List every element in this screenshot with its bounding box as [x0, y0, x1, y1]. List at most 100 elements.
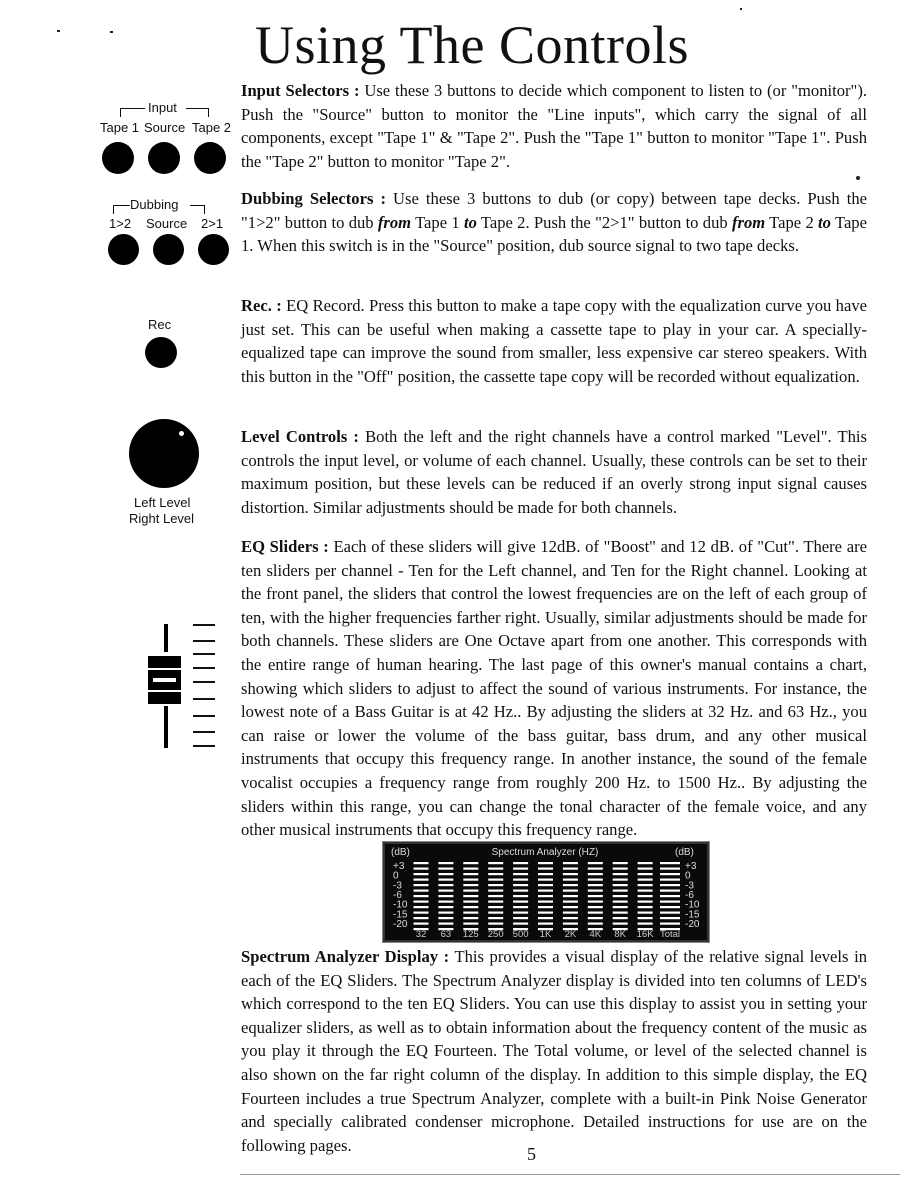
input-source-button[interactable]	[148, 142, 180, 174]
analyzer-band-label: Total	[660, 929, 680, 940]
rec-body: EQ Record. Press this button to make a t…	[241, 296, 867, 386]
analyzer-led-segment	[413, 895, 429, 898]
analyzer-led-segment	[413, 900, 429, 903]
slider-thumb[interactable]	[148, 656, 181, 705]
section-dubbing-selectors: Dubbing Selectors : Use these 3 buttons …	[241, 187, 867, 258]
analyzer-led-segment	[538, 917, 553, 920]
analyzer-led-segment	[513, 917, 529, 920]
analyzer-led-segment	[637, 917, 653, 920]
analyzer-led-segment	[660, 867, 680, 870]
page-number: 5	[527, 1144, 536, 1164]
scan-speck	[110, 31, 113, 33]
dubbing-source-label: Source	[146, 216, 188, 231]
dubbing-source-button[interactable]	[153, 234, 184, 265]
analyzer-band-label: 63	[441, 929, 452, 940]
slider-scale-tick	[193, 667, 215, 669]
analyzer-led-segment	[660, 922, 680, 925]
analyzer-led-segment	[513, 884, 529, 887]
analyzer-led-segment	[488, 895, 504, 898]
analyzer-led-segment	[660, 873, 680, 876]
analyzer-led-segment	[463, 862, 479, 865]
analyzer-led-segment	[587, 900, 603, 903]
analyzer-led-segment	[513, 889, 529, 892]
analyzer-led-segment	[463, 900, 479, 903]
analyzer-led-segment	[637, 911, 653, 914]
rec-button[interactable]	[145, 337, 177, 368]
dubbing-selectors-heading: Dubbing Selectors :	[241, 189, 387, 208]
dubbing-group-label: Dubbing	[130, 197, 179, 212]
analyzer-led-segment	[513, 911, 529, 914]
section-input-selectors: Input Selectors : Use these 3 buttons to…	[241, 79, 867, 173]
input-tape2-button[interactable]	[194, 142, 226, 174]
dubbing-em-from: from	[731, 212, 766, 232]
slider-thumb-line	[153, 678, 176, 682]
analyzer-led-segment	[438, 906, 454, 909]
analyzer-led-segment	[562, 862, 578, 865]
analyzer-led-segment	[587, 873, 603, 876]
analyzer-band-label: 4K	[589, 929, 601, 940]
input-selector-group: Input Tape 1 Source Tape 2	[98, 100, 238, 180]
dubbing-bracket-left	[113, 205, 130, 214]
input-tape1-label: Tape 1	[100, 120, 140, 135]
input-bracket-left	[120, 108, 145, 117]
analyzer-led-segment	[660, 889, 680, 892]
analyzer-led-segment	[587, 878, 603, 881]
analyzer-led-segment	[463, 884, 479, 887]
analyzer-led-segment	[413, 922, 429, 925]
analyzer-led-segment	[637, 900, 653, 903]
analyzer-led-segment	[488, 862, 504, 865]
rec-label: Rec	[148, 317, 172, 332]
input-selectors-heading: Input Selectors :	[241, 81, 360, 100]
analyzer-led-segment	[660, 895, 680, 898]
level-knob[interactable]	[129, 419, 199, 488]
section-eq-sliders: EQ Sliders : Each of these sliders will …	[241, 535, 867, 842]
analyzer-unit-right: (dB)	[675, 847, 694, 858]
analyzer-led-segment	[612, 895, 628, 898]
slider-scale-tick	[193, 745, 215, 747]
slider-scale-tick	[193, 731, 215, 733]
rec-heading: Rec. :	[241, 296, 282, 315]
analyzer-led-segment	[488, 884, 504, 887]
input-tape1-button[interactable]	[102, 142, 134, 174]
analyzer-led-segment	[463, 878, 479, 881]
analyzer-led-segment	[612, 873, 628, 876]
eq-sliders-heading: EQ Sliders :	[241, 537, 329, 556]
analyzer-led-segment	[438, 922, 454, 925]
dubbing-body-part: Tape 2	[765, 212, 819, 232]
section-spectrum-analyzer: Spectrum Analyzer Display : This provide…	[241, 945, 867, 1157]
analyzer-led-segment	[488, 911, 504, 914]
section-level-controls: Level Controls : Both the left and the r…	[241, 425, 867, 519]
analyzer-led-segment	[562, 917, 578, 920]
input-bracket-right	[186, 108, 209, 117]
analyzer-led-segment	[538, 878, 553, 881]
dubbing-2to1-label: 2>1	[201, 216, 224, 231]
dubbing-body-part: Tape 1	[411, 212, 464, 232]
analyzer-led-segment	[513, 895, 529, 898]
dubbing-2to1-button[interactable]	[198, 234, 229, 265]
knob-indicator-dot	[179, 431, 184, 436]
analyzer-led-segment	[463, 895, 479, 898]
slider-scale-tick	[193, 698, 215, 700]
analyzer-led-segment	[562, 867, 578, 870]
analyzer-led-segment	[587, 922, 603, 925]
analyzer-led-segment	[438, 873, 454, 876]
analyzer-led-segment	[587, 911, 603, 914]
level-controls-heading: Level Controls :	[241, 427, 359, 446]
scan-speck	[856, 176, 860, 180]
analyzer-led-segment	[463, 867, 479, 870]
scan-speck	[740, 8, 742, 10]
analyzer-band-label: 500	[513, 929, 529, 940]
input-group-label: Input	[148, 100, 177, 115]
analyzer-led-segment	[463, 911, 479, 914]
analyzer-led-segment	[587, 867, 603, 870]
eq-sliders-body: Each of these sliders will give 12dB. of…	[241, 537, 867, 840]
analyzer-led-segment	[438, 867, 454, 870]
analyzer-led-segment	[538, 911, 553, 914]
slider-rail-top	[164, 624, 168, 652]
analyzer-led-segment	[637, 873, 653, 876]
analyzer-title: Spectrum Analyzer (HZ)	[492, 847, 599, 858]
dubbing-1to2-button[interactable]	[108, 234, 139, 265]
dubbing-body-part: Tape 2. Push the "2>1" button to dub	[476, 212, 732, 232]
slider-scale-tick	[193, 681, 215, 683]
analyzer-led-segment	[612, 889, 628, 892]
